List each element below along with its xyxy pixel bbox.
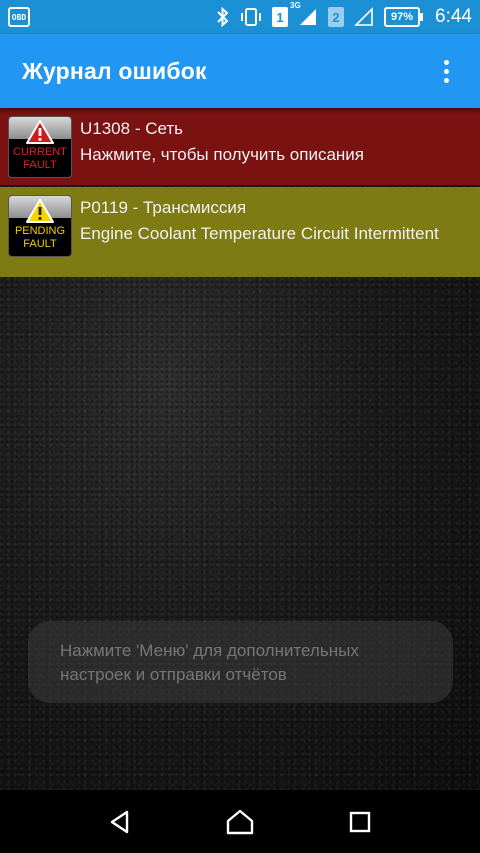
toast-message: Нажмите 'Меню' для дополнительных настро…: [28, 621, 453, 703]
current-fault-badge: CURRENT FAULT: [8, 116, 72, 178]
bluetooth-icon: [216, 7, 230, 27]
badge-label-line2: FAULT: [23, 159, 57, 171]
fault-item-pending[interactable]: PENDING FAULT P0119 - Трансмиссия Engine…: [0, 187, 480, 277]
badge-label-line2: FAULT: [23, 238, 57, 250]
battery-icon: 97%: [384, 7, 424, 27]
fault-description: Нажмите, чтобы получить описания: [80, 145, 364, 164]
fault-description: Engine Coolant Temperature Circuit Inter…: [80, 224, 439, 243]
warning-icon: [26, 120, 54, 144]
sim2-icon: 2: [328, 7, 345, 27]
battery-level: 97%: [384, 7, 421, 27]
app-bar: Журнал ошибок: [0, 34, 480, 108]
vibrate-icon: [240, 7, 262, 27]
signal-icon: 3G: [290, 1, 318, 27]
pending-fault-badge: PENDING FAULT: [8, 195, 72, 257]
fault-code: P0119 - Трансмиссия: [80, 198, 247, 217]
status-bar: OBD 1 3G 2 97% 6:44: [0, 0, 480, 34]
signal-empty-icon: [354, 7, 374, 27]
badge-label-line1: CURRENT: [13, 146, 67, 158]
fault-item-current[interactable]: CURRENT FAULT U1308 - Сеть Нажмите, чтоб…: [0, 108, 480, 186]
network-type-label: 3G: [290, 1, 301, 10]
sim1-icon: 1: [272, 7, 289, 27]
page-title: Журнал ошибок: [22, 57, 207, 84]
home-icon[interactable]: [220, 802, 260, 842]
recents-icon[interactable]: [340, 802, 380, 842]
back-icon[interactable]: [100, 802, 140, 842]
warning-icon: [26, 199, 54, 223]
clock: 6:44: [435, 6, 472, 27]
badge-label-line1: PENDING: [14, 225, 66, 237]
obd-app-icon: OBD: [8, 7, 30, 27]
more-vert-icon[interactable]: [434, 51, 458, 91]
toast-text: Нажмите 'Меню' для дополнительных настро…: [60, 641, 359, 684]
navigation-bar: [0, 790, 480, 853]
fault-code: U1308 - Сеть: [80, 119, 184, 138]
